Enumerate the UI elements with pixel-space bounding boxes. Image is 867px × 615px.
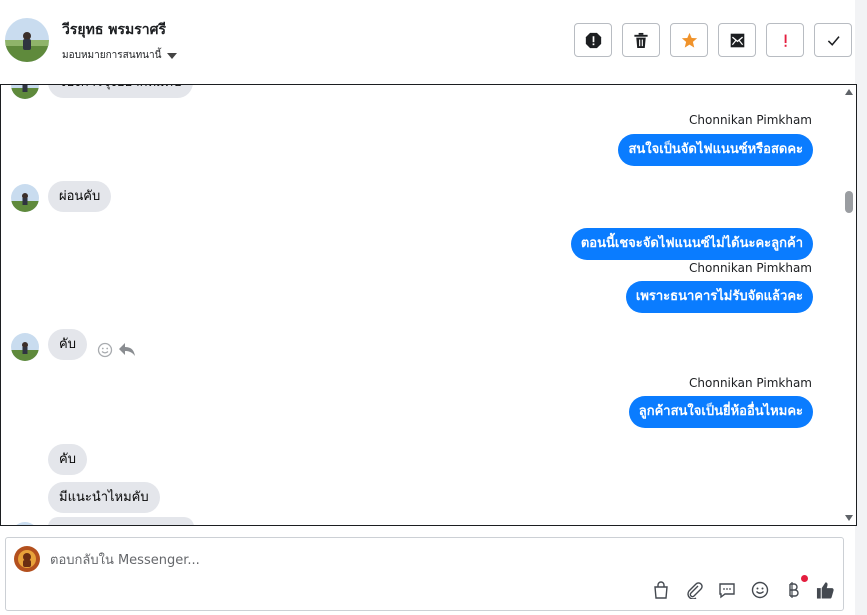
comment-icon (718, 582, 735, 598)
baht-icon (788, 581, 799, 598)
payment-button[interactable] (783, 575, 808, 599)
conversation-scrollbar[interactable] (842, 85, 856, 525)
conversation-header: วีรยุทธ พรมราศรี มอบหมายการสนทนานี้ (0, 0, 855, 84)
star-icon (681, 32, 697, 48)
customer-message: คับ (48, 444, 87, 475)
sender-name: Chonnikan Pimkham (689, 376, 812, 390)
important-button[interactable] (766, 23, 804, 57)
customer-message: คับ (48, 329, 87, 360)
paperclip-icon (686, 581, 703, 599)
saved-replies-button[interactable] (717, 580, 736, 599)
star-button[interactable] (670, 23, 708, 57)
page-avatar (14, 546, 40, 572)
reply-input[interactable] (50, 550, 750, 570)
reply-composer (5, 537, 844, 611)
shop-button[interactable] (651, 580, 670, 599)
customer-message-partial (48, 517, 194, 525)
agent-message: ตอนนี้เชจะจัดไฟแนนซ์ไม่ได้นะคะลูกค้า (570, 228, 813, 260)
report-button[interactable] (574, 23, 612, 57)
mail-icon (730, 33, 744, 47)
agent-message: ลูกค้าสนใจเป็นยี่ห้ออื่นไหมคะ (628, 396, 813, 428)
customer-message: ผ่อนคับ (48, 181, 112, 212)
composer-tools (651, 575, 835, 599)
react-smile-icon[interactable] (97, 342, 113, 358)
customer-avatar (11, 85, 39, 99)
customer-message: มีแนะนำไหมคับ (48, 482, 160, 513)
customer-avatar (11, 333, 39, 361)
customer-avatar (11, 184, 39, 212)
agent-message: สนใจเป็นจัดไฟแนนซ์หรือสดคะ (618, 134, 813, 166)
delete-button[interactable] (622, 23, 660, 57)
mark-unread-button[interactable] (718, 23, 756, 57)
report-icon (585, 32, 601, 48)
conversation-thread: จองการจุงอยากทมคบ Chonnikan Pimkham สนใจ… (0, 84, 857, 526)
customer-avatar (11, 522, 39, 525)
sender-name: Chonnikan Pimkham (689, 113, 812, 127)
like-button[interactable] (816, 580, 835, 599)
check-icon (827, 35, 840, 46)
reply-icon[interactable] (118, 341, 136, 358)
emoji-button[interactable] (750, 580, 769, 599)
customer-message: จองการจุงอยากทมคบ (48, 85, 193, 98)
agent-message: เพราะธนาคารไม่รับจัดแล้วคะ (625, 281, 813, 313)
scroll-thumb[interactable] (845, 191, 853, 213)
caret-down-icon (167, 52, 178, 59)
done-button[interactable] (814, 23, 852, 57)
sender-name: Chonnikan Pimkham (689, 261, 812, 275)
bag-icon (653, 580, 668, 599)
scroll-down-icon[interactable] (845, 515, 853, 521)
messenger-inbox: วีรยุทธ พรมราศรี มอบหมายการสนทนานี้ Chon… (0, 0, 867, 615)
assign-conversation-dropdown[interactable]: มอบหมายการสนทนานี้ (62, 48, 178, 63)
notification-dot (801, 575, 808, 582)
thumbs-up-icon (816, 581, 834, 599)
smile-icon (751, 581, 768, 598)
contact-avatar[interactable] (5, 18, 49, 62)
header-actions (574, 23, 852, 57)
trash-icon (634, 32, 648, 48)
attach-button[interactable] (684, 580, 703, 599)
scroll-up-icon[interactable] (845, 89, 853, 95)
assign-label: มอบหมายการสนทนานี้ (62, 50, 162, 61)
exclamation-icon (784, 34, 787, 47)
contact-name[interactable]: วีรยุทธ พรมราศรี (62, 19, 166, 41)
